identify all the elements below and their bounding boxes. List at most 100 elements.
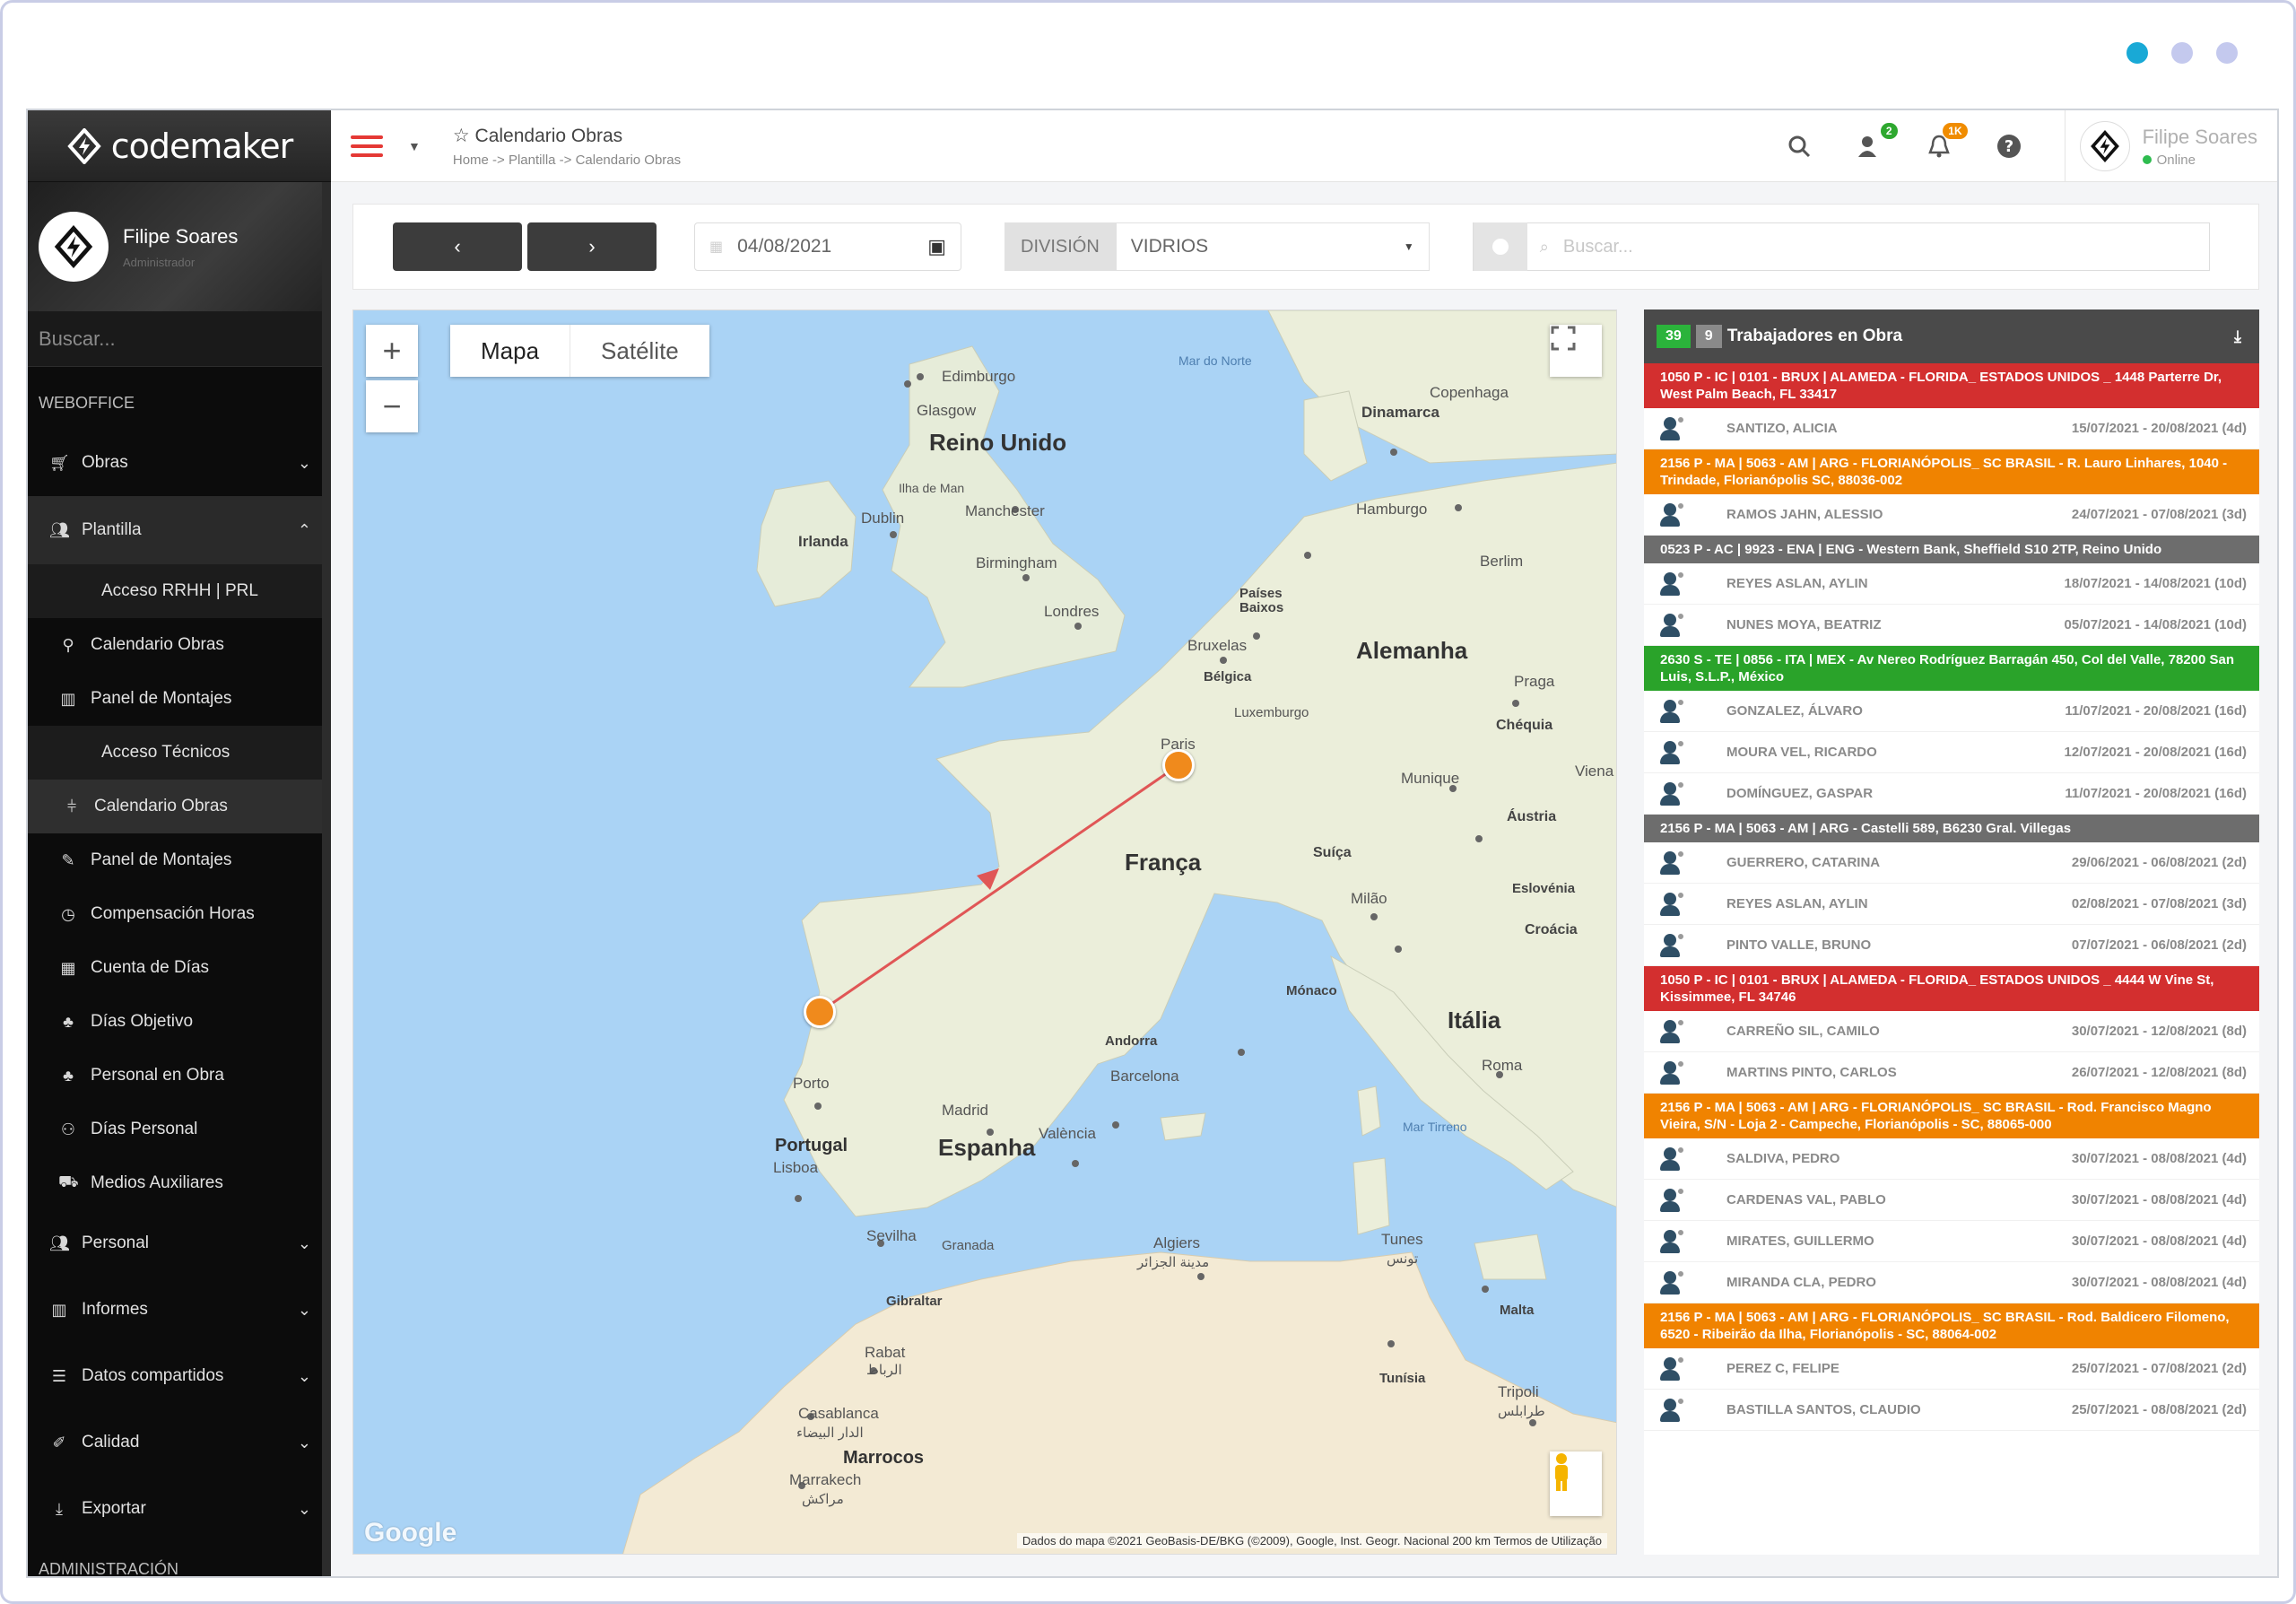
chevron-up-icon: ⌃	[297, 520, 311, 539]
division-select[interactable]: VIDRIOS ▼	[1115, 222, 1430, 271]
worker-row[interactable]: REYES ASLAN, AYLIN 02/08/2021 - 07/08/202…	[1644, 884, 2259, 925]
breadcrumb: ☆ Calendario Obras Home -> Plantilla -> …	[453, 125, 681, 168]
date-input[interactable]: ▦ 04/08/2021 ▣	[694, 222, 961, 271]
users-notification-icon[interactable]: 2	[1855, 123, 1898, 161]
sidebar-item-medios-auxiliares[interactable]: ⛟ Medios Auxiliares	[28, 1156, 331, 1210]
calendar-picker-icon[interactable]: ▣	[927, 235, 946, 258]
worker-row[interactable]: MOURA VEL, RICARDO 12/07/2021 - 20/08/202…	[1644, 732, 2259, 773]
worker-name: SALDIVA, PEDRO	[1726, 1151, 1840, 1166]
worker-row[interactable]: PEREZ C, FELIPE 25/07/2021 - 07/08/2021 (…	[1644, 1348, 2259, 1390]
caret-down-icon[interactable]: ▼	[408, 139, 421, 153]
worker-row[interactable]: GONZALEZ, ÁLVARO 11/07/2021 - 20/08/2021 …	[1644, 691, 2259, 732]
sidebar-item-exportar[interactable]: ⤓ Exportar ⌄	[28, 1476, 331, 1542]
sidebar-item-plantilla[interactable]: 👥︎ Plantilla ⌃	[28, 496, 331, 564]
worker-name: REYES ASLAN, AYLIN	[1726, 576, 1868, 591]
sidebar-item-dias-personal[interactable]: ⚇ Días Personal	[28, 1103, 331, 1156]
map-marker-porto[interactable]	[804, 996, 836, 1028]
worker-row[interactable]: SANTIZO, ALICIA 15/07/2021 - 20/08/2021 (…	[1644, 408, 2259, 449]
brand-logo[interactable]: codemaker	[28, 110, 331, 182]
next-button[interactable]: ›	[527, 222, 657, 271]
sidebar-item-datos-compartidos[interactable]: ☰ Datos compartidos ⌄	[28, 1343, 331, 1409]
worker-row[interactable]: CARREÑO SIL, CAMILO 30/07/2021 - 12/08/20…	[1644, 1011, 2259, 1052]
worker-avatar-icon	[1658, 611, 1685, 639]
menu-toggle-button[interactable]	[351, 130, 383, 162]
bell-icon[interactable]: 1K	[1925, 123, 1968, 161]
fullscreen-icon[interactable]	[1550, 325, 1602, 377]
sidebar-search-input[interactable]: Buscar...	[28, 311, 331, 367]
worker-row[interactable]: MARTINS PINTO, CARLOS 26/07/2021 - 12/08/…	[1644, 1052, 2259, 1094]
map-type-map-button[interactable]: Mapa	[450, 325, 571, 377]
map-view[interactable]: Mar do Norte Edimburgo Glasgow Reino Uni…	[352, 309, 1617, 1555]
star-icon[interactable]: ☆	[453, 126, 470, 146]
search-icon[interactable]	[1785, 132, 1813, 161]
sidebar-item-panel-montajes[interactable]: ▥ Panel de Montajes	[28, 672, 331, 726]
worker-row[interactable]: DOMÍNGUEZ, GASPAR 11/07/2021 - 20/08/2021…	[1644, 773, 2259, 815]
user-profile[interactable]: Filipe Soares Administrador	[28, 182, 331, 311]
sidebar-item-label: Calendario Obras	[91, 635, 224, 654]
worker-dates: 30/07/2021 - 12/08/2021 (8d)	[2071, 1024, 2247, 1039]
sidebar-item-personal[interactable]: 👥︎ Personal ⌄	[28, 1210, 331, 1277]
panel-title: Trabajadores en Obra	[1726, 327, 1903, 345]
sidebar-item-panel-montajes-2[interactable]: ✎ Panel de Montajes	[28, 833, 331, 887]
search-toggle[interactable]	[1473, 222, 1527, 271]
work-group-header[interactable]: 2156 P - MA | 5063 - AM | ARG - FLORIANÓ…	[1644, 449, 2259, 494]
sidebar: codemaker Filipe Soares Administrador Bu…	[28, 110, 331, 1576]
worker-row[interactable]: SALDIVA, PEDRO 30/07/2021 - 08/08/2021 (4…	[1644, 1138, 2259, 1180]
search-input[interactable]: Buscar...	[1563, 237, 1633, 257]
worker-row[interactable]: PINTO VALLE, BRUNO 07/07/2021 - 06/08/202…	[1644, 925, 2259, 966]
worker-row[interactable]: RAMOS JAHN, ALESSIO 24/07/2021 - 07/08/20…	[1644, 494, 2259, 536]
work-group-header[interactable]: 2630 S - TE | 0856 - ITA | MEX - Av Nere…	[1644, 646, 2259, 691]
work-group-header[interactable]: 2156 P - MA | 5063 - AM | ARG - FLORIANÓ…	[1644, 1303, 2259, 1348]
prev-button[interactable]: ‹	[393, 222, 522, 271]
worker-dates: 15/07/2021 - 20/08/2021 (4d)	[2071, 421, 2247, 436]
sidebar-item-calidad[interactable]: ✐ Calidad ⌄	[28, 1409, 331, 1476]
worker-row[interactable]: REYES ASLAN, AYLIN 18/07/2021 - 14/08/202…	[1644, 563, 2259, 605]
download-icon[interactable]: ⤓	[2234, 327, 2241, 346]
sidebar-item-personal-obra[interactable]: ♣ Personal en Obra	[28, 1049, 331, 1103]
work-group-header[interactable]: 2156 P - MA | 5063 - AM | ARG - FLORIANÓ…	[1644, 1094, 2259, 1138]
sidebar-item-informes[interactable]: ▥ Informes ⌄	[28, 1277, 331, 1343]
worker-row[interactable]: BASTILLA SANTOS, CLAUDIO 25/07/2021 - 08/…	[1644, 1390, 2259, 1431]
search-box[interactable]: ⌕ Buscar...	[1472, 222, 2210, 271]
sidebar-item-dias-objetivo[interactable]: ♣ Días Objetivo	[28, 995, 331, 1049]
map-type-satellite-button[interactable]: Satélite	[570, 325, 709, 377]
work-group-header[interactable]: 2156 P - MA | 5063 - AM | ARG - Castelli…	[1644, 815, 2259, 842]
worker-row[interactable]: NUNES MOYA, BEATRIZ 05/07/2021 - 14/08/20…	[1644, 605, 2259, 646]
work-group-header[interactable]: 1050 P - IC | 0101 - BRUX | ALAMEDA - FL…	[1644, 966, 2259, 1011]
map-label: Manchester	[965, 502, 1045, 519]
map-label: Berlim	[1480, 553, 1524, 570]
worker-row[interactable]: MIRATES, GUILLERMO 30/07/2021 - 08/08/202…	[1644, 1221, 2259, 1262]
window-dot[interactable]	[2171, 42, 2193, 64]
window-dot[interactable]	[2216, 42, 2238, 64]
work-group-header[interactable]: 1050 P - IC | 0101 - BRUX | ALAMEDA - FL…	[1644, 363, 2259, 408]
sidebar-item-acceso-tecnicos[interactable]: Acceso Técnicos	[28, 726, 331, 780]
work-group-header[interactable]: 0523 P - AC | 9923 - ENA | ENG - Western…	[1644, 536, 2259, 563]
map-label: Áustria	[1507, 809, 1557, 824]
map-label: Birmingham	[976, 554, 1057, 571]
bar-chart-icon: ▥	[51, 1300, 67, 1319]
sidebar-item-label: Panel de Montajes	[91, 689, 232, 708]
street-view-pegman-icon[interactable]	[1550, 1451, 1602, 1516]
sidebar-item-calendario-obras[interactable]: ⚲ Calendario Obras	[28, 618, 331, 672]
zoom-out-button[interactable]: −	[366, 380, 418, 432]
worker-row[interactable]: GUERRERO, CATARINA 29/06/2021 - 06/08/202…	[1644, 842, 2259, 884]
sidebar-item-compensacion-horas[interactable]: ◷ Compensación Horas	[28, 887, 331, 941]
sidebar-item-obras[interactable]: 🛒︎ Obras ⌄	[28, 430, 331, 496]
map-marker-paris[interactable]	[1162, 749, 1195, 781]
sidebar-scrollbar[interactable]	[322, 182, 331, 1576]
map-label: الدار البيضاء	[796, 1425, 864, 1441]
zoom-in-button[interactable]: +	[366, 325, 418, 377]
worker-row[interactable]: MIRANDA CLA, PEDRO 30/07/2021 - 08/08/202…	[1644, 1262, 2259, 1303]
topbar-user-menu[interactable]: Filipe Soares Online	[2079, 121, 2277, 171]
sidebar-item-cuenta-dias[interactable]: ▦ Cuenta de Días	[28, 941, 331, 995]
worker-dates: 18/07/2021 - 14/08/2021 (10d)	[2064, 576, 2247, 591]
help-icon[interactable]: ?	[1995, 132, 2023, 161]
map-marker-icon: ⚲	[62, 635, 74, 654]
window-dot-active[interactable]	[2126, 42, 2148, 64]
breadcrumb-path[interactable]: Home -> Plantilla -> Calendario Obras	[453, 153, 681, 168]
worker-dates: 30/07/2021 - 08/08/2021 (4d)	[2071, 1192, 2247, 1207]
sidebar-item-calendario-obras-active[interactable]: ⫩ Calendario Obras	[28, 780, 331, 833]
worker-row[interactable]: CARDENAS VAL, PABLO 30/07/2021 - 08/08/20…	[1644, 1180, 2259, 1221]
map-attribution[interactable]: Dados do mapa ©2021 GeoBasis-DE/BKG (©20…	[1016, 1533, 1607, 1548]
sidebar-item-acceso-rrhh[interactable]: Acceso RRHH | PRL	[28, 564, 331, 618]
